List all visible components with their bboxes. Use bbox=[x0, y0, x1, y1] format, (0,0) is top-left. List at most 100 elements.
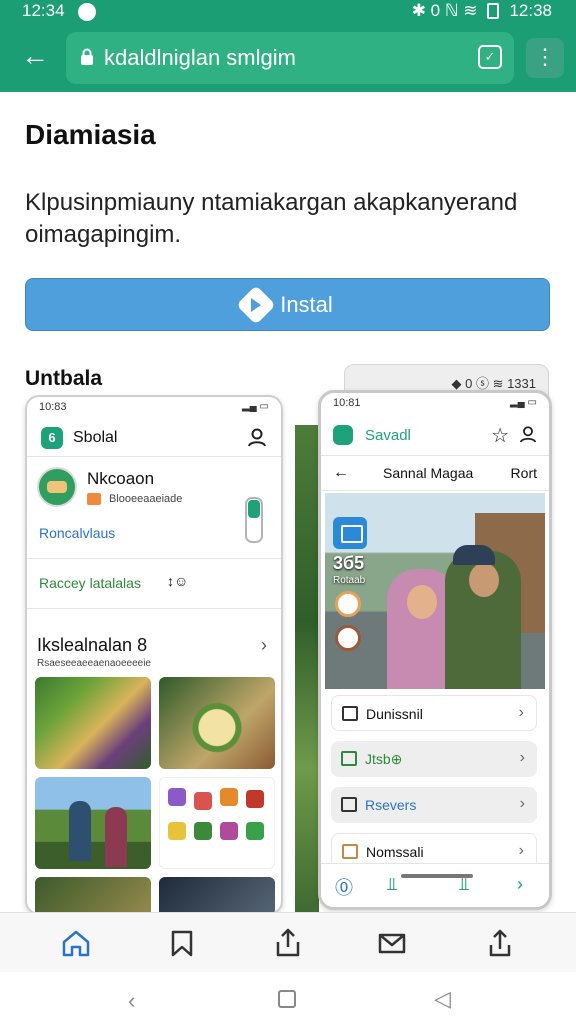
star-icon[interactable]: ☆ bbox=[491, 423, 509, 448]
battery-icon bbox=[487, 3, 500, 19]
nav-home-icon[interactable] bbox=[278, 990, 296, 1008]
nav-recent-icon[interactable]: ◁ bbox=[434, 986, 451, 1012]
page-description: Klpusinpmiauny ntamiakargan akapkanyeran… bbox=[25, 189, 518, 248]
app-name: Savadl bbox=[365, 427, 411, 444]
item-label: Dunissnil bbox=[366, 706, 423, 722]
signal-battery-icon: ▂▄ ▭ bbox=[241, 401, 269, 412]
person-shape bbox=[445, 551, 521, 689]
cap-shape bbox=[453, 545, 495, 565]
app-name: Sbolal bbox=[73, 429, 118, 446]
calendar-icon bbox=[342, 844, 358, 859]
filter-icon[interactable] bbox=[335, 625, 361, 651]
photo-number: 3б5 bbox=[333, 553, 365, 573]
nav-back-icon[interactable]: ‹ bbox=[128, 988, 135, 1014]
url-text: kdaldlniglan smlgim bbox=[104, 45, 296, 70]
system-nav-bar: ‹ ◁ bbox=[0, 972, 576, 1024]
section-title: Ikslealnalan 8 bbox=[37, 635, 148, 655]
phone-time: 10:81 bbox=[333, 397, 361, 409]
install-button[interactable]: Instal bbox=[25, 278, 550, 331]
chevron-right-icon: › bbox=[261, 635, 267, 655]
install-label: Instal bbox=[280, 291, 333, 317]
user-icon[interactable] bbox=[247, 427, 267, 447]
list-item[interactable]: Dunissnil › bbox=[331, 695, 537, 731]
phone-mockup-2: 10:81 ▂▄ ▭ Savadl ☆ ← Sannal Magaa Rort … bbox=[318, 390, 552, 910]
profile-name: Nkcoaon bbox=[87, 469, 155, 488]
browser-toolbar: ← kdaldlniglan smlgim ✓ ⋮ bbox=[0, 24, 576, 92]
user-icon[interactable] bbox=[519, 425, 537, 443]
chevron-right-icon[interactable]: › bbox=[517, 874, 523, 895]
app-header: Savadl ☆ bbox=[321, 415, 549, 455]
chart-icon[interactable]: ⫫ bbox=[387, 874, 397, 895]
profile-link[interactable]: Roncalvlaus bbox=[39, 525, 115, 541]
app-header: 6 Sbolal bbox=[27, 419, 281, 457]
app-logo-icon bbox=[333, 425, 353, 445]
back-arrow-icon[interactable]: ← bbox=[333, 464, 349, 482]
document-icon bbox=[342, 706, 358, 721]
mail-icon[interactable] bbox=[374, 925, 410, 961]
list-row[interactable]: Raccey latalalas ↕☺ bbox=[27, 559, 281, 609]
item-label: Nomssali bbox=[366, 844, 424, 860]
item-label: Rsevers bbox=[365, 797, 417, 813]
background-photo bbox=[295, 425, 319, 915]
messenger-icon bbox=[78, 3, 96, 21]
play-store-icon bbox=[236, 284, 277, 325]
filter-icon[interactable] bbox=[335, 591, 361, 617]
signal-battery-icon: ▂▄ ▭ bbox=[509, 397, 537, 408]
people-image[interactable] bbox=[35, 777, 151, 869]
page-title: Diamiasia bbox=[25, 119, 156, 150]
chevron-right-icon: › bbox=[518, 704, 524, 721]
share-icon[interactable] bbox=[270, 925, 306, 961]
row-label: Raccey latalalas bbox=[39, 575, 141, 591]
couple-photo[interactable]: 3б5 Rotaab bbox=[325, 493, 545, 689]
photo-caption: Rotaab bbox=[333, 575, 366, 586]
status-time: 12:34 bbox=[22, 1, 65, 20]
grid-icon bbox=[341, 797, 357, 812]
list-item[interactable]: Jtsb⊕ › bbox=[331, 741, 537, 777]
chevron-right-icon: › bbox=[519, 749, 525, 766]
photo-badge-icon[interactable] bbox=[333, 517, 367, 549]
section-header[interactable]: Ikslealnalan 8 Rsaeseeaeeaenaoeeeeie › bbox=[27, 625, 281, 671]
landscape-image[interactable] bbox=[35, 877, 151, 913]
home-indicator bbox=[401, 874, 473, 878]
tab-switcher-icon[interactable]: ✓ bbox=[478, 45, 502, 69]
screen-nav: ← Sannal Magaa Rort bbox=[321, 455, 549, 491]
food-image[interactable] bbox=[159, 677, 275, 769]
status-indicators: ✱ 0 ℕ ≋ 12:38 bbox=[412, 1, 552, 21]
chevron-right-icon: › bbox=[519, 795, 525, 812]
phone-status-bar: 10:83 ▂▄ ▭ bbox=[27, 397, 281, 419]
status-bar: 12:34 ✱ 0 ℕ ≋ 12:38 bbox=[0, 0, 576, 24]
back-button[interactable]: ← bbox=[18, 40, 52, 74]
toggle-switch[interactable] bbox=[245, 497, 263, 543]
item-label: Jtsb⊕ bbox=[365, 751, 403, 767]
address-bar[interactable]: kdaldlniglan smlgim ✓ bbox=[66, 32, 514, 84]
chevron-right-icon: › bbox=[518, 842, 524, 859]
avatar bbox=[37, 467, 77, 507]
upload-icon[interactable] bbox=[482, 925, 518, 961]
section-label: Untbala bbox=[25, 367, 103, 390]
profile-card: Nkcoaon Blooeeaaeiade Roncalvlaus bbox=[27, 457, 281, 559]
info-icon[interactable]: ⓪ bbox=[335, 874, 353, 900]
status-time-right: 12:38 bbox=[509, 1, 552, 20]
phone-time: 10:83 bbox=[39, 401, 67, 413]
phone-status-bar: 10:81 ▂▄ ▭ bbox=[321, 393, 549, 415]
app-logo-icon: 6 bbox=[41, 427, 63, 449]
row-icon: ↕☺ bbox=[167, 573, 189, 589]
screen-title: Sannal Magaa bbox=[383, 465, 474, 481]
screen-action[interactable]: Rort bbox=[511, 465, 537, 481]
status-icons: ✱ 0 ℕ ≋ bbox=[411, 1, 478, 20]
badge-icon bbox=[87, 493, 101, 505]
list-item[interactable]: Rsevers › bbox=[331, 787, 537, 823]
app-tab-bar: ⓪ ⫫ ⫫ › bbox=[321, 863, 549, 907]
home-icon[interactable] bbox=[58, 925, 94, 961]
section-subtitle: Rsaeseeaeeaenaoeeeeie bbox=[37, 658, 151, 669]
people-image[interactable] bbox=[159, 877, 275, 913]
lock-icon bbox=[81, 48, 93, 65]
bookmark-icon[interactable] bbox=[164, 925, 200, 961]
profile-subtitle: Blooeeaaeiade bbox=[109, 493, 183, 505]
vertical-dots-icon[interactable]: ⋮ bbox=[526, 38, 564, 78]
sticker-image[interactable] bbox=[159, 777, 275, 869]
chart-icon bbox=[341, 751, 357, 766]
browser-bottom-bar bbox=[0, 912, 576, 972]
phone-mockup-1: 10:83 ▂▄ ▭ 6 Sbolal Nkcoaon Blooeeaaeiad… bbox=[25, 395, 283, 915]
food-image[interactable] bbox=[35, 677, 151, 769]
